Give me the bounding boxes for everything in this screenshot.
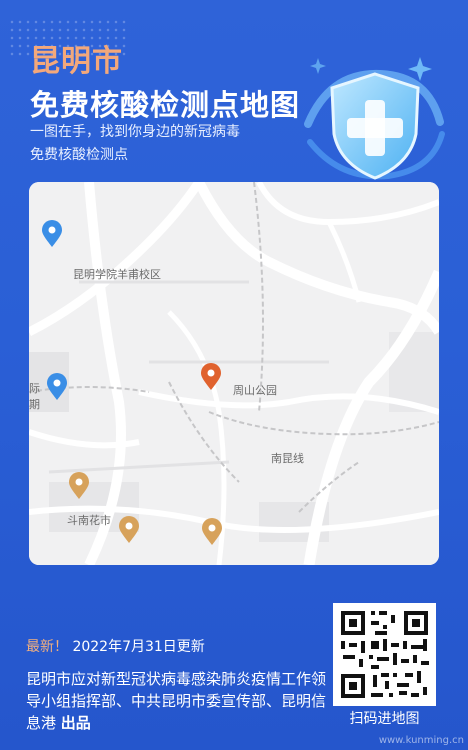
map-pin-gold-icon[interactable] — [68, 472, 90, 500]
qr-code-icon — [333, 603, 436, 706]
map-card[interactable]: 昆明学院羊甫校区 周山公园 南昆线 斗南花市 际 期 — [29, 182, 439, 565]
map-pin-blue-icon[interactable] — [41, 220, 63, 248]
map-pin-blue-icon[interactable] — [46, 373, 68, 401]
update-info: 最新！ 2022年7月31日更新 — [26, 636, 205, 656]
page-title: 免费核酸检测点地图 — [30, 88, 301, 122]
qr-code[interactable] — [333, 603, 436, 706]
subtitle-line1: 一图在手，找到你身边的新冠病毒 — [30, 124, 240, 140]
map-pin-gold-icon[interactable] — [201, 518, 223, 546]
watermark: www.kunming.cn — [378, 735, 464, 746]
map-pin-selected-icon[interactable] — [200, 363, 222, 391]
publisher-info: 昆明市应对新型冠状病毒感染肺炎疫情工作领导小组指挥部、中共昆明市委宣传部、昆明信… — [26, 668, 326, 734]
map-label-campus: 昆明学院羊甫校区 — [73, 268, 161, 281]
medical-shield-icon — [304, 57, 445, 192]
produced-label: 出品 — [60, 714, 91, 732]
update-date: 2022年7月31日更新 — [72, 639, 205, 655]
qr-caption: 扫码进地图 — [349, 711, 420, 727]
map-base[interactable] — [29, 182, 439, 565]
city-title: 昆明市 — [30, 44, 123, 79]
header: 昆明市 免费核酸检测点地图 — [30, 36, 300, 124]
map-label-park: 周山公园 — [233, 384, 277, 397]
map-pin-gold-icon[interactable] — [118, 516, 140, 544]
map-label-huayuan: 斗南花市 — [67, 514, 111, 527]
map-label-edge-ji: 际 — [29, 382, 40, 395]
subtitle-line2: 免费核酸检测点 — [30, 147, 128, 163]
latest-label: 最新！ — [26, 639, 68, 655]
map-label-edge-qi: 期 — [29, 398, 40, 411]
map-label-road: 南昆线 — [271, 452, 304, 465]
